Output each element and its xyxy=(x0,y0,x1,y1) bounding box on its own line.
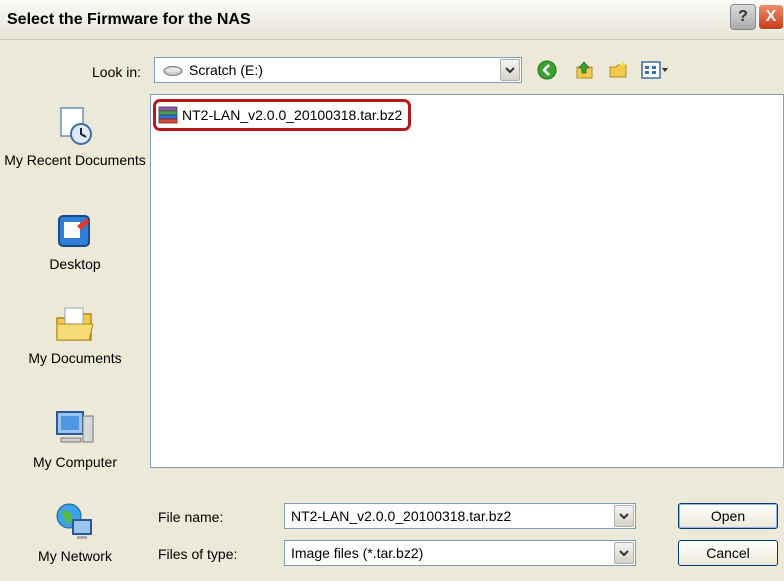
help-button[interactable]: ? xyxy=(730,4,756,30)
window-title: Select the Firmware for the NAS xyxy=(7,11,251,28)
title-bar: Select the Firmware for the NAS ? X xyxy=(0,0,784,40)
chevron-down-icon xyxy=(505,66,515,73)
close-icon: X xyxy=(765,8,777,25)
my-computer-icon xyxy=(56,411,94,443)
open-button[interactable]: Open xyxy=(678,503,778,529)
place-my-network[interactable]: My Network xyxy=(0,500,150,565)
file-name-value: NT2-LAN_v2.0.0_20100318.tar.bz2 xyxy=(291,508,512,524)
my-network-icon xyxy=(56,503,92,539)
file-type-value: Image files (*.tar.bz2) xyxy=(291,545,424,561)
archive-icon xyxy=(158,106,178,124)
recent-documents-icon xyxy=(60,107,92,145)
close-button[interactable]: X xyxy=(758,4,784,30)
my-documents-icon xyxy=(56,307,94,341)
places-bar: My Recent Documents Desktop My Documents… xyxy=(0,94,150,581)
list-item[interactable]: NT2-LAN_v2.0.0_20100318.tar.bz2 xyxy=(153,99,412,131)
place-label: My Documents xyxy=(28,350,122,366)
file-list[interactable]: NT2-LAN_v2.0.0_20100318.tar.bz2 xyxy=(150,94,784,468)
look-in-dropdown[interactable]: Scratch (E:) xyxy=(154,57,522,83)
help-icon: ? xyxy=(738,8,748,25)
up-folder-icon[interactable] xyxy=(574,59,596,81)
file-name: NT2-LAN_v2.0.0_20100318.tar.bz2 xyxy=(182,107,403,123)
cancel-button[interactable]: Cancel xyxy=(678,540,778,566)
place-my-computer[interactable]: My Computer xyxy=(0,406,150,471)
chevron-down-icon xyxy=(619,512,629,519)
place-my-recent-documents[interactable]: My Recent Documents xyxy=(0,104,150,169)
place-label: Desktop xyxy=(49,256,101,272)
file-name-label: File name: xyxy=(158,509,224,525)
file-name-input[interactable]: NT2-LAN_v2.0.0_20100318.tar.bz2 xyxy=(284,503,636,529)
look-in-value: Scratch (E:) xyxy=(189,62,263,78)
desktop-icon xyxy=(58,215,90,247)
file-type-dropdown-arrow[interactable] xyxy=(614,542,634,564)
look-in-dropdown-arrow[interactable] xyxy=(500,59,520,81)
back-icon[interactable] xyxy=(536,59,558,81)
place-label: My Computer xyxy=(32,454,118,470)
file-name-dropdown-arrow[interactable] xyxy=(614,505,634,527)
drive-icon xyxy=(163,66,183,76)
place-desktop[interactable]: Desktop xyxy=(0,212,150,273)
file-type-dropdown[interactable]: Image files (*.tar.bz2) xyxy=(284,540,636,566)
place-my-documents[interactable]: My Documents xyxy=(0,302,150,367)
chevron-down-icon xyxy=(619,549,629,556)
place-label: My Recent Documents xyxy=(4,152,146,168)
new-folder-icon[interactable] xyxy=(608,59,630,81)
files-of-type-label: Files of type: xyxy=(158,546,238,562)
look-in-label: Look in: xyxy=(92,64,142,80)
view-menu-icon[interactable] xyxy=(640,59,670,81)
place-label: My Network xyxy=(38,548,112,564)
